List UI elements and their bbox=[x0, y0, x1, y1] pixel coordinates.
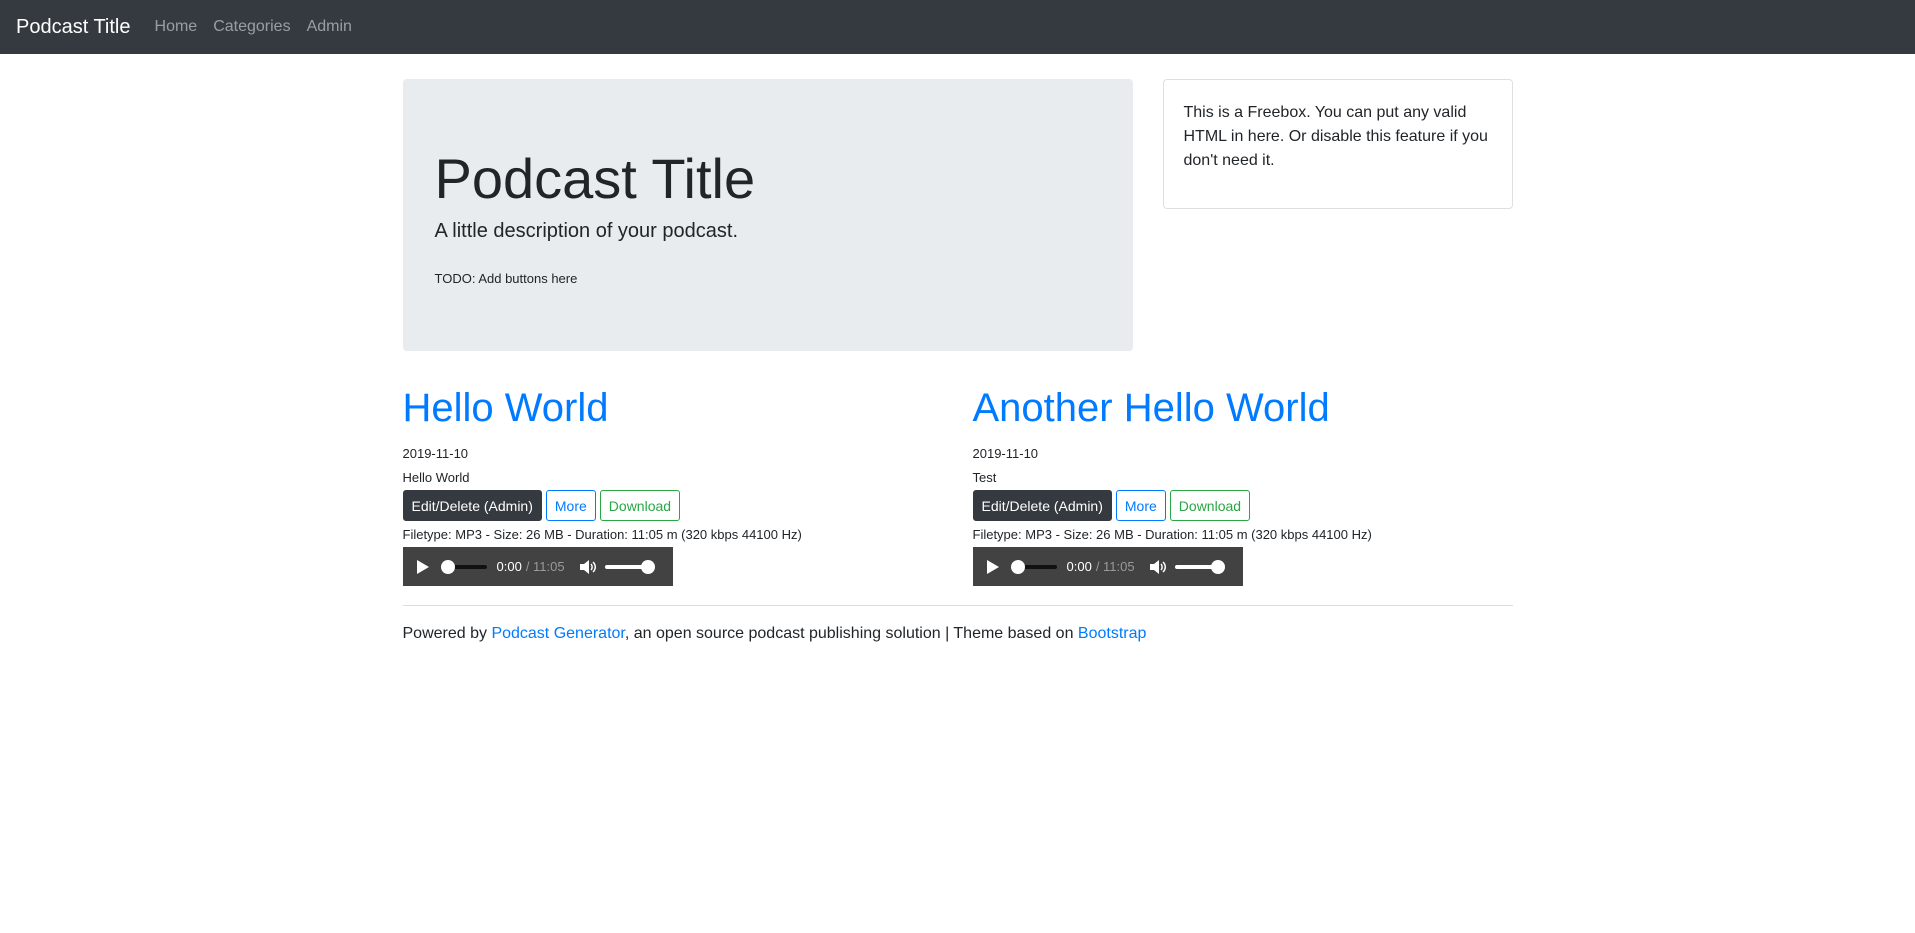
seek-slider[interactable] bbox=[440, 559, 487, 574]
download-button[interactable]: Download bbox=[599, 490, 681, 521]
episode-date: 2019-11-10 bbox=[972, 446, 1039, 461]
episode-card: Hello World 2019-11-10 Hello World Edit/… bbox=[402, 384, 943, 586]
episode-title-link[interactable]: Hello World bbox=[403, 384, 943, 432]
more-button[interactable]: More bbox=[545, 490, 596, 521]
freebox-text: This is a Freebox. You can put any valid… bbox=[1183, 104, 1488, 169]
total-time: / 11:05 bbox=[1095, 559, 1135, 574]
footer: Powered by Podcast Generator, an open so… bbox=[403, 625, 1147, 643]
footer-middle: , an open source podcast publishing solu… bbox=[624, 625, 1078, 642]
current-time: 0:00 bbox=[496, 559, 522, 574]
audio-player: 0:00 / 11:05 bbox=[402, 547, 673, 586]
episode-card: Another Hello World 2019-11-10 Test Edit… bbox=[972, 384, 1513, 586]
footer-link-podcast-generator[interactable]: Podcast Generator bbox=[491, 625, 624, 642]
edit-delete-button[interactable]: Edit/Delete (Admin) bbox=[402, 490, 542, 521]
seek-slider[interactable] bbox=[1010, 559, 1057, 574]
podcast-title: Podcast Title bbox=[434, 147, 756, 210]
episode-title-link[interactable]: Another Hello World bbox=[973, 384, 1513, 432]
volume-slider[interactable] bbox=[1174, 559, 1225, 574]
download-button[interactable]: Download bbox=[1169, 490, 1251, 521]
seek-knob[interactable] bbox=[1010, 559, 1025, 574]
play-icon[interactable] bbox=[416, 559, 429, 574]
episode-fileinfo: Filetype: MP3 - Size: 26 MB - Duration: … bbox=[972, 527, 1372, 542]
navbar: Podcast Title Home Categories Admin bbox=[0, 0, 1915, 54]
nav-link-home[interactable]: Home bbox=[155, 18, 198, 36]
seek-knob[interactable] bbox=[440, 559, 455, 574]
navbar-brand[interactable]: Podcast Title bbox=[16, 16, 131, 39]
podcast-description: A little description of your podcast. bbox=[434, 220, 739, 243]
current-time: 0:00 bbox=[1066, 559, 1092, 574]
footer-prefix: Powered by bbox=[402, 625, 492, 642]
episode-date: 2019-11-10 bbox=[402, 446, 469, 461]
freebox: This is a Freebox. You can put any valid… bbox=[1162, 79, 1513, 209]
episode-description: Hello World bbox=[402, 470, 470, 485]
volume-knob[interactable] bbox=[640, 559, 655, 574]
episode-actions: Edit/Delete (Admin) More Download bbox=[972, 490, 1513, 521]
audio-player: 0:00 / 11:05 bbox=[972, 547, 1243, 586]
play-icon[interactable] bbox=[986, 559, 999, 574]
volume-slider[interactable] bbox=[604, 559, 655, 574]
edit-delete-button[interactable]: Edit/Delete (Admin) bbox=[972, 490, 1112, 521]
total-time: / 11:05 bbox=[525, 559, 565, 574]
jumbotron: Podcast Title A little description of yo… bbox=[402, 79, 1133, 351]
footer-link-bootstrap[interactable]: Bootstrap bbox=[1078, 625, 1146, 642]
episode-actions: Edit/Delete (Admin) More Download bbox=[402, 490, 943, 521]
divider bbox=[402, 605, 1513, 606]
nav-link-categories[interactable]: Categories bbox=[213, 18, 290, 36]
nav-link-admin[interactable]: Admin bbox=[307, 18, 352, 36]
volume-icon[interactable] bbox=[1149, 559, 1167, 575]
more-button[interactable]: More bbox=[1115, 490, 1166, 521]
volume-icon[interactable] bbox=[579, 559, 597, 575]
episode-fileinfo: Filetype: MP3 - Size: 26 MB - Duration: … bbox=[402, 527, 802, 542]
todo-text: TODO: Add buttons here bbox=[434, 271, 578, 287]
volume-knob[interactable] bbox=[1210, 559, 1225, 574]
episode-description: Test bbox=[972, 470, 997, 485]
